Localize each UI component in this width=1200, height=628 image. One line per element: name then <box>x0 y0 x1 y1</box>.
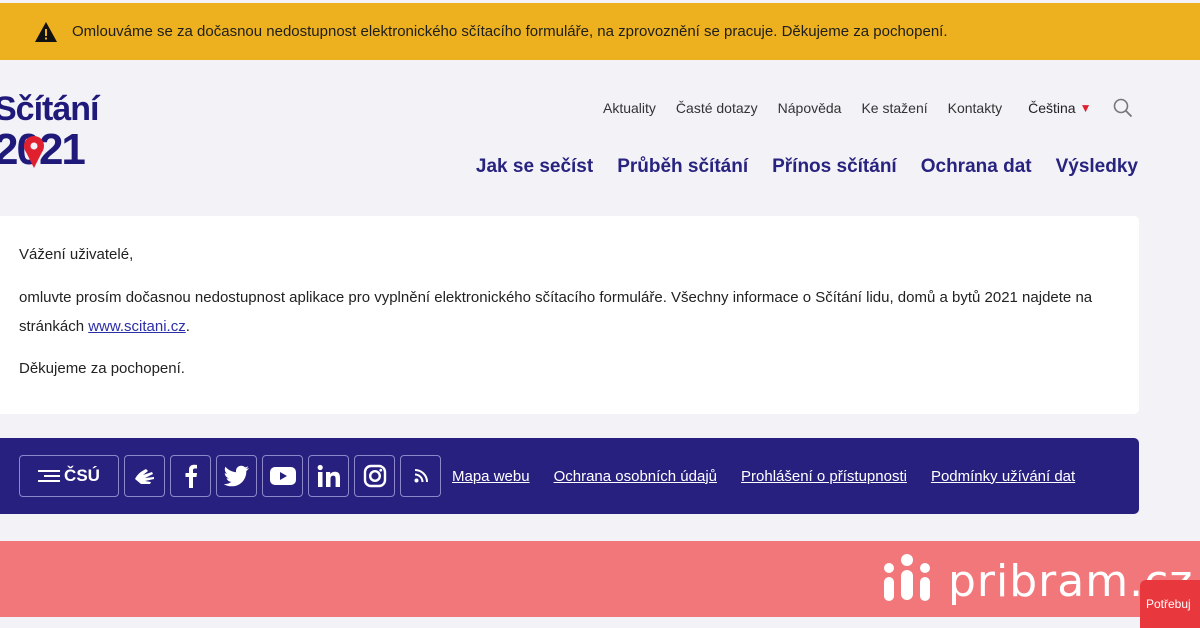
notice-greeting: Vážení uživatelé, <box>19 246 134 263</box>
logo-year-graphic: 2021 <box>0 130 87 170</box>
language-selector[interactable]: Čeština ▼ <box>1028 100 1091 116</box>
footer-link-podminky-uzivani-dat[interactable]: Podmínky užívání dat <box>931 468 1075 485</box>
footer-link-prohlaseni-o-pristupnosti[interactable]: Prohlášení o přístupnosti <box>741 468 907 485</box>
footer-links: Mapa webu Ochrana osobních údajů Prohláš… <box>452 468 1099 485</box>
mainnav-jak-se-secist[interactable]: Jak se sečíst <box>476 156 593 178</box>
csu-label: ČSÚ <box>64 466 100 485</box>
top-navigation: Aktuality Časté dotazy Nápověda Ke staže… <box>603 98 1133 118</box>
topnav-aktuality[interactable]: Aktuality <box>603 100 656 116</box>
topnav-kontakty[interactable]: Kontakty <box>948 100 1002 116</box>
alert-text: Omlouváme se za dočasnou nedostupnost el… <box>72 23 948 40</box>
topnav-caste-dotazy[interactable]: Časté dotazy <box>676 100 758 116</box>
notice-body: omluvte prosím dočasnou nedostupnost apl… <box>19 283 1139 341</box>
youtube-icon[interactable] <box>262 455 303 497</box>
scitani-logo[interactable]: Sčítání 2021 <box>0 90 106 174</box>
logo-title: Sčítání <box>0 90 99 128</box>
topnav-ke-stazeni[interactable]: Ke stažení <box>861 100 927 116</box>
linkedin-icon[interactable] <box>308 455 349 497</box>
alert-banner: Omlouváme se za dočasnou nedostupnost el… <box>0 0 1200 60</box>
instagram-icon[interactable] <box>354 455 395 497</box>
warning-icon <box>35 21 57 42</box>
footer-link-ochrana-osobnich-udaju[interactable]: Ochrana osobních údajů <box>554 468 717 485</box>
mainnav-ochrana-dat[interactable]: Ochrana dat <box>921 156 1032 178</box>
notice-card: Vážení uživatelé, omluvte prosím dočasno… <box>0 216 1139 414</box>
language-label: Čeština <box>1028 100 1076 116</box>
facebook-icon[interactable] <box>170 455 211 497</box>
footer-link-mapa-webu[interactable]: Mapa webu <box>452 468 530 485</box>
notice-body-end: . <box>185 318 190 335</box>
search-icon[interactable] <box>1113 98 1133 118</box>
mainnav-vysledky[interactable]: Výsledky <box>1056 156 1138 178</box>
mainnav-prubeh-scitani[interactable]: Průběh sčítání <box>617 156 748 178</box>
notice-closing: Děkujeme za pochopení. <box>19 360 185 377</box>
twitter-icon[interactable] <box>216 455 257 497</box>
caret-down-icon: ▼ <box>1079 101 1092 115</box>
csu-logo-button[interactable]: ČSÚ <box>19 455 119 497</box>
csu-bars-icon <box>38 470 61 482</box>
footer-bar: ČSÚ Mapa webu Ochrana osobních údajů Pro… <box>0 438 1139 514</box>
rss-icon[interactable] <box>400 455 441 497</box>
help-button[interactable]: Potřebuj <box>1140 580 1200 628</box>
sign-language-icon[interactable] <box>124 455 165 497</box>
scitani-link[interactable]: www.scitani.cz <box>88 318 186 335</box>
pribram-promo-banner: pribram.cz <box>0 541 1200 617</box>
mainnav-prinos-scitani[interactable]: Přínos sčítání <box>772 156 897 178</box>
people-icon <box>884 554 930 601</box>
topnav-napoveda[interactable]: Nápověda <box>778 100 842 116</box>
main-navigation: Jak se sečíst Průběh sčítání Přínos sčít… <box>452 156 1138 178</box>
